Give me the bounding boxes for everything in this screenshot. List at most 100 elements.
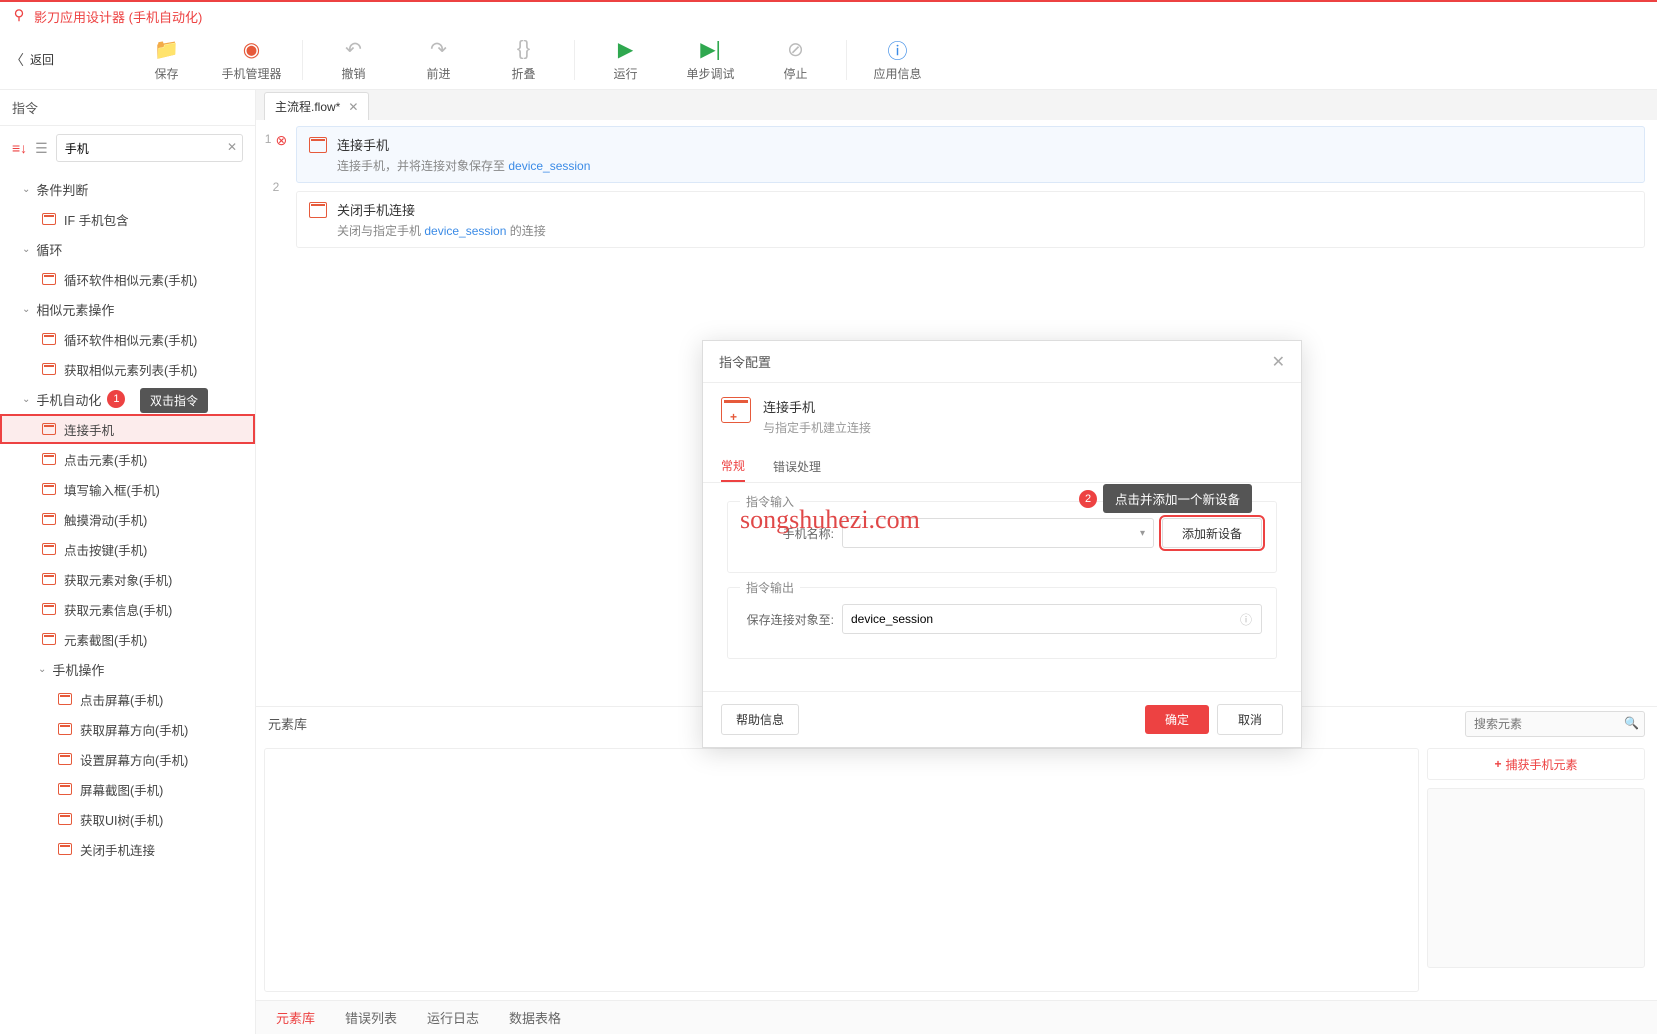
input-legend: 指令输入 <box>740 493 800 510</box>
save-to-label: 保存连接对象至: <box>742 611 842 628</box>
tree-item[interactable]: 关闭手机连接 <box>0 834 255 864</box>
error-icon: ⊗ <box>275 132 287 149</box>
step-desc: 连接手机，并将连接对象保存至 device_session <box>337 157 590 174</box>
info-icon[interactable]: ⓘ <box>1240 611 1252 628</box>
tree-item[interactable]: IF 手机包含 <box>0 204 255 234</box>
toolbar-运行[interactable]: ▶运行 <box>583 37 668 82</box>
toolbar-icon: ↶ <box>345 37 362 61</box>
tree-item-label: 点击屏幕(手机) <box>80 690 163 709</box>
step-icon <box>309 137 327 153</box>
tree-item[interactable]: 点击元素(手机) <box>0 444 255 474</box>
ok-button[interactable]: 确定 <box>1145 705 1209 734</box>
toolbar-折叠[interactable]: {}折叠 <box>481 37 566 82</box>
bottom-tab-运行日志[interactable]: 运行日志 <box>427 1008 479 1027</box>
phone-name-dropdown[interactable]: ▾ <box>842 518 1154 548</box>
toolbar-保存[interactable]: 📁保存 <box>124 37 209 82</box>
gutter-row: 1⊗ <box>256 126 296 174</box>
flow-step[interactable]: 连接手机 连接手机，并将连接对象保存至 device_session <box>296 126 1645 183</box>
command-icon <box>58 813 72 825</box>
add-device-button[interactable]: 添加新设备 <box>1162 518 1262 548</box>
tree-item-label: 循环软件相似元素(手机) <box>64 330 197 349</box>
command-icon <box>42 573 56 585</box>
tree-item[interactable]: 触摸滑动(手机) <box>0 504 255 534</box>
callout-badge-1: 1 <box>107 390 125 408</box>
toolbar-label: 折叠 <box>512 65 536 82</box>
tab-close-icon[interactable]: ✕ <box>348 100 358 114</box>
command-search-input[interactable] <box>56 134 243 162</box>
dialog-tab-错误处理[interactable]: 错误处理 <box>773 450 821 482</box>
toolbar-手机管理器[interactable]: ◉手机管理器 <box>209 37 294 82</box>
tree-group-相似元素操作[interactable]: ⌄相似元素操作 <box>0 294 255 324</box>
search-icon[interactable]: 🔍 <box>1624 716 1639 730</box>
tree-group-手机自动化[interactable]: ⌄手机自动化1双击指令 <box>0 384 255 414</box>
dialog-tab-常规[interactable]: 常规 <box>721 450 745 482</box>
save-to-input[interactable] <box>842 604 1262 634</box>
list-icon[interactable]: ☰ <box>35 140 48 157</box>
chevron-down-icon: ⌄ <box>22 304 30 315</box>
tree-item[interactable]: 循环软件相似元素(手机) <box>0 264 255 294</box>
element-preview <box>1427 788 1645 968</box>
dialog-intro-title: 连接手机 <box>763 397 871 416</box>
tree-item[interactable]: 获取元素对象(手机) <box>0 564 255 594</box>
callout-tip-2: 点击并添加一个新设备 <box>1103 484 1252 513</box>
tree-item[interactable]: 获取相似元素列表(手机) <box>0 354 255 384</box>
dialog-title: 指令配置 <box>719 352 771 371</box>
tree-item[interactable]: 获取屏幕方向(手机) <box>0 714 255 744</box>
tree-item[interactable]: 填写输入框(手机) <box>0 474 255 504</box>
toolbar: 〈 返回 📁保存◉手机管理器 ↶撤销↷前进{}折叠 ▶运行▶|单步调试⊘停止 ⓘ应用信… <box>0 30 1657 90</box>
step-title: 关闭手机连接 <box>337 200 546 219</box>
element-lib-canvas <box>264 748 1419 992</box>
toolbar-icon: ⓘ <box>888 37 908 61</box>
chevron-down-icon: ⌄ <box>38 664 46 675</box>
chevron-down-icon: ⌄ <box>22 394 30 405</box>
tree-item[interactable]: 连接手机 <box>0 414 255 444</box>
cancel-button[interactable]: 取消 <box>1217 704 1283 735</box>
tree-item[interactable]: 循环软件相似元素(手机) <box>0 324 255 354</box>
tree-item[interactable]: 元素截图(手机) <box>0 624 255 654</box>
command-icon <box>58 693 72 705</box>
command-icon <box>42 633 56 645</box>
bottom-tab-元素库[interactable]: 元素库 <box>276 1008 315 1027</box>
tree-item[interactable]: 获取元素信息(手机) <box>0 594 255 624</box>
sort-icon[interactable]: ≡↓ <box>12 140 27 156</box>
toolbar-单步调试[interactable]: ▶|单步调试 <box>668 37 753 82</box>
tree-item[interactable]: 设置屏幕方向(手机) <box>0 744 255 774</box>
command-icon <box>42 333 56 345</box>
toolbar-撤销[interactable]: ↶撤销 <box>311 37 396 82</box>
tree-item[interactable]: 屏幕截图(手机) <box>0 774 255 804</box>
toolbar-前进[interactable]: ↷前进 <box>396 37 481 82</box>
bottom-tab-错误列表[interactable]: 错误列表 <box>345 1008 397 1027</box>
title-bar: 影刀应用设计器 (手机自动化) <box>0 0 1657 30</box>
back-button[interactable]: 〈 返回 <box>10 50 54 70</box>
flow-step[interactable]: 关闭手机连接 关闭与指定手机 device_session 的连接 <box>296 191 1645 248</box>
sidebar-title: 指令 <box>12 98 38 117</box>
tree-group-手机操作[interactable]: ⌄手机操作 <box>0 654 255 684</box>
toolbar-label: 前进 <box>427 65 451 82</box>
tree-group-条件判断[interactable]: ⌄条件判断 <box>0 174 255 204</box>
clear-search-icon[interactable]: ✕ <box>227 140 237 154</box>
tree-item[interactable]: 获取UI树(手机) <box>0 804 255 834</box>
dialog-close-icon[interactable]: ✕ <box>1272 352 1285 372</box>
tree-item-label: IF 手机包含 <box>64 210 129 229</box>
command-icon <box>42 483 56 495</box>
command-config-dialog: 指令配置 ✕ 连接手机 与指定手机建立连接 常规错误处理 指令输入 手机名称: … <box>702 340 1302 748</box>
tree-item[interactable]: 点击屏幕(手机) <box>0 684 255 714</box>
capture-element-button[interactable]: + 捕获手机元素 <box>1427 748 1645 780</box>
toolbar-应用信息[interactable]: ⓘ应用信息 <box>855 37 940 82</box>
tree-item[interactable]: 点击按键(手机) <box>0 534 255 564</box>
gutter-row: 2 <box>256 174 296 222</box>
tree-item-label: 元素截图(手机) <box>64 630 147 649</box>
editor-tabstrip: 主流程.flow* ✕ <box>256 90 1657 120</box>
tree-group-循环[interactable]: ⌄循环 <box>0 234 255 264</box>
sidebar: 指令 ≡↓ ☰ ✕ ⌄条件判断IF 手机包含⌄循环循环软件相似元素(手机)⌄相似… <box>0 90 256 1034</box>
toolbar-icon: ⊘ <box>787 37 804 61</box>
capture-label: 捕获手机元素 <box>1506 756 1578 773</box>
help-button[interactable]: 帮助信息 <box>721 704 799 735</box>
bottom-tab-数据表格[interactable]: 数据表格 <box>509 1008 561 1027</box>
toolbar-停止[interactable]: ⊘停止 <box>753 37 838 82</box>
editor-tab[interactable]: 主流程.flow* ✕ <box>264 92 369 120</box>
chevron-down-icon: ▾ <box>1140 528 1145 539</box>
element-search-input[interactable] <box>1465 711 1645 737</box>
tree-item-label: 获取元素信息(手机) <box>64 600 172 619</box>
command-icon <box>42 543 56 555</box>
